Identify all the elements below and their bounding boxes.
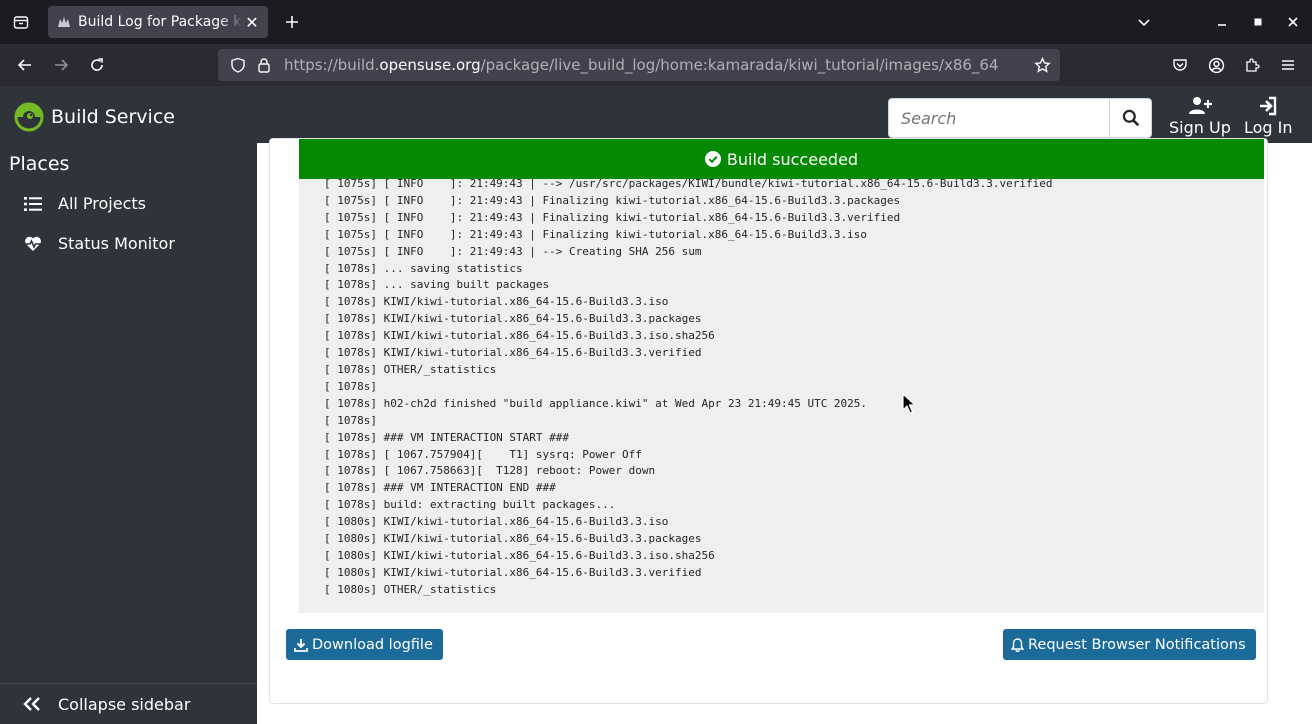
log-line: [ 1078s] h02-ch2d finished "build applia…: [324, 396, 868, 410]
tab-title: Build Log for Package kiwi: [78, 14, 244, 30]
minimize-icon[interactable]: [1210, 10, 1234, 34]
download-logfile-label: Download logfile: [312, 636, 433, 653]
window-close-icon[interactable]: [1281, 10, 1305, 34]
sidebar-heading: Places: [9, 153, 70, 175]
list-icon: [24, 195, 42, 213]
site-header: Build Service Sign Up Log In: [0, 86, 1312, 143]
log-line: [ 1078s] ... saving statistics: [324, 261, 523, 275]
sign-in-icon: [1260, 96, 1277, 116]
download-logfile-button[interactable]: Download logfile: [286, 629, 443, 660]
log-in-label: Log In: [1244, 118, 1293, 137]
log-line: [ 1075s] [ INFO ]: 21:49:43 | Finalizing…: [324, 227, 868, 241]
build-status-text: Build succeeded: [726, 149, 859, 169]
log-line: [ 1078s] KIWI/kiwi-tutorial.x86_64-15.6-…: [324, 346, 702, 360]
collapse-sidebar-button[interactable]: Collapse sidebar: [0, 683, 257, 724]
user-plus-icon: [1188, 97, 1212, 114]
log-in-link[interactable]: Log In: [1244, 96, 1293, 137]
extensions-icon[interactable]: [1240, 53, 1264, 77]
maximize-icon[interactable]: [1246, 10, 1270, 34]
reload-icon[interactable]: [85, 53, 109, 77]
sidebar-item-label: All Projects: [58, 194, 146, 213]
bell-icon: [1011, 637, 1024, 652]
log-line: [ 1080s] KIWI/kiwi-tutorial.x86_64-15.6-…: [324, 532, 702, 546]
log-line: [ 1075s] [ INFO ]: 21:49:43 | Finalizing…: [324, 193, 901, 207]
log-line: [ 1078s] KIWI/kiwi-tutorial.x86_64-15.6-…: [324, 295, 669, 309]
sidebar-item-all-projects[interactable]: All Projects: [24, 194, 146, 213]
chevron-down-icon[interactable]: [1132, 10, 1156, 34]
sign-up-link[interactable]: Sign Up: [1169, 96, 1231, 137]
log-line: [ 1080s] OTHER/_statistics: [324, 582, 497, 596]
collapse-sidebar-label: Collapse sidebar: [58, 694, 191, 714]
account-icon[interactable]: [1204, 53, 1228, 77]
log-line: [ 1075s] [ INFO ]: 21:49:43 | --> /usr/s…: [324, 179, 1053, 190]
browser-tab[interactable]: Build Log for Package kiwi ✕: [48, 6, 268, 38]
log-line: [ 1075s] [ INFO ]: 21:49:43 | --> Creati…: [324, 244, 702, 258]
url-bar[interactable]: https://build.opensuse.org/package/live_…: [218, 49, 1060, 81]
new-tab-icon[interactable]: [280, 10, 304, 34]
log-line: [ 1080s] KIWI/kiwi-tutorial.x86_64-15.6-…: [324, 565, 702, 579]
log-line: [ 1080s] KIWI/kiwi-tutorial.x86_64-15.6-…: [324, 548, 715, 562]
build-log: [ 1075s] [ INFO ]: 21:49:43 | --> /usr/s…: [299, 179, 1264, 613]
log-line: [ 1078s] KIWI/kiwi-tutorial.x86_64-15.6-…: [324, 312, 702, 326]
opensuse-logo-icon: [14, 102, 44, 132]
menu-icon[interactable]: [1276, 53, 1300, 77]
request-notifications-label: Request Browser Notifications: [1028, 636, 1246, 653]
mouse-cursor-icon: [902, 393, 916, 414]
log-line: [ 1078s]: [324, 413, 377, 427]
browser-tab-strip: Build Log for Package kiwi ✕: [0, 0, 1312, 44]
log-line: [ 1075s] [ INFO ]: 21:49:43 | Finalizing…: [324, 210, 901, 224]
search-button[interactable]: [1110, 98, 1152, 138]
browser-nav-bar: https://build.opensuse.org/package/live_…: [0, 44, 1312, 86]
log-line: [ 1078s] OTHER/_statistics: [324, 362, 497, 376]
site-search: [888, 98, 1152, 138]
back-icon[interactable]: [13, 53, 37, 77]
sign-up-label: Sign Up: [1169, 118, 1231, 137]
search-input[interactable]: [888, 98, 1110, 138]
sidebar-item-label: Status Monitor: [58, 234, 175, 253]
shield-icon[interactable]: [226, 53, 250, 77]
search-icon: [1122, 109, 1139, 127]
tab-list-icon[interactable]: [8, 10, 34, 34]
log-line: [ 1078s] KIWI/kiwi-tutorial.x86_64-15.6-…: [324, 329, 715, 343]
log-line: [ 1078s] [ 1067.758663][ T128] reboot: P…: [324, 464, 656, 478]
sidebar-item-status-monitor[interactable]: Status Monitor: [24, 234, 175, 253]
obs-favicon-icon: [56, 14, 72, 30]
double-chevron-left-icon: [22, 696, 42, 712]
log-line: [ 1078s] ### VM INTERACTION START ###: [324, 430, 570, 444]
log-line: [ 1078s]: [324, 379, 377, 393]
log-line: [ 1078s] build: extracting built package…: [324, 498, 616, 512]
brand-link[interactable]: Build Service: [14, 102, 175, 132]
build-status-banner: Build succeeded: [299, 139, 1264, 179]
url-text[interactable]: https://build.opensuse.org/package/live_…: [284, 56, 999, 74]
bookmark-star-icon[interactable]: [1030, 53, 1054, 77]
brand-title: Build Service: [51, 106, 175, 128]
lock-icon[interactable]: [252, 53, 276, 77]
sidebar: Places All Projects Status Monitor Colla…: [0, 143, 257, 724]
close-icon[interactable]: ✕: [244, 13, 260, 32]
log-line: [ 1078s] ### VM INTERACTION END ###: [324, 481, 556, 495]
download-icon: [294, 638, 308, 652]
log-line: [ 1078s] ... saving built packages: [324, 278, 550, 292]
check-circle-icon: [704, 151, 721, 167]
log-line: [ 1078s] [ 1067.757904][ T1] sysrq: Powe…: [324, 447, 642, 461]
log-line: [ 1080s] KIWI/kiwi-tutorial.x86_64-15.6-…: [324, 515, 669, 529]
request-notifications-button[interactable]: Request Browser Notifications: [1003, 629, 1256, 660]
build-log-card: [ 1075s] [ INFO ]: 21:49:43 | --> /usr/s…: [269, 138, 1268, 704]
pocket-icon[interactable]: [1168, 53, 1192, 77]
forward-icon[interactable]: [49, 53, 73, 77]
heartbeat-icon: [24, 235, 42, 253]
main-content: [ 1075s] [ INFO ]: 21:49:43 | --> /usr/s…: [257, 138, 1312, 724]
